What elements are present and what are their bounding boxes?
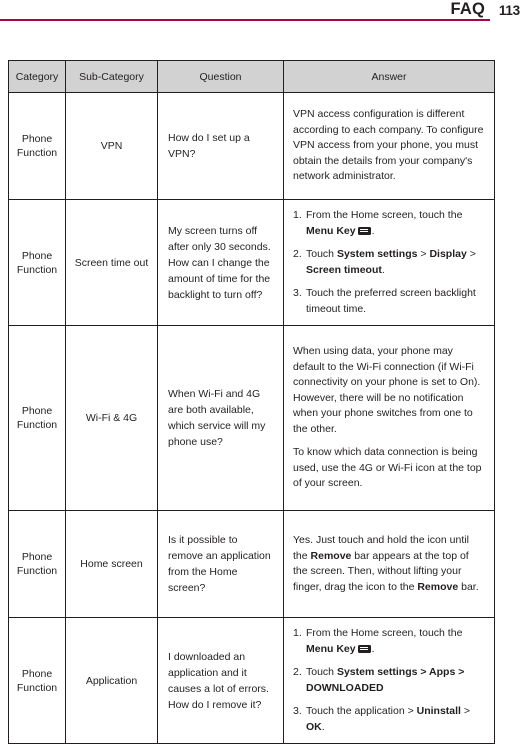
- step-text: Touch System settings > Apps > DOWNLOADE…: [306, 666, 465, 694]
- step-text: From the Home screen, touch the Menu Key…: [306, 209, 463, 237]
- table-row: Phone Function Screen time out My screen…: [8, 199, 495, 326]
- answer-paragraph: To know which data connection is being u…: [293, 446, 482, 490]
- cell-answer: Yes. Just touch and hold the icon until …: [283, 510, 495, 618]
- step-number: 1.: [293, 209, 302, 221]
- answer-step: 1. From the Home screen, touch the Menu …: [293, 626, 485, 657]
- cell-category: Phone Function: [8, 325, 66, 511]
- step-number: 2.: [293, 666, 302, 678]
- table-body: Phone Function VPN How do I set up a VPN…: [8, 92, 495, 744]
- header-rule: [0, 19, 490, 21]
- cell-sub-category: Application: [65, 617, 158, 744]
- cell-answer: VPN access configuration is different ac…: [283, 92, 495, 200]
- step-number: 1.: [293, 627, 302, 639]
- faq-page: FAQ 113 Category Sub-Category Question A…: [0, 0, 523, 744]
- answer-step-list: 1. From the Home screen, touch the Menu …: [293, 208, 485, 317]
- column-header-category: Category: [8, 60, 66, 93]
- page-title: FAQ: [450, 0, 485, 18]
- answer-paragraph: When using data, your phone may default …: [293, 345, 481, 435]
- cell-category: Phone Function: [8, 510, 66, 618]
- cell-category: Phone Function: [8, 617, 66, 744]
- cell-answer: When using data, your phone may default …: [283, 325, 495, 511]
- step-text: Touch the application > Uninstall > OK.: [306, 705, 471, 733]
- cell-question: My screen turns off after only 30 second…: [157, 199, 284, 326]
- step-number: 3.: [293, 287, 302, 299]
- answer-step: 3. Touch the preferred screen backlight …: [293, 286, 485, 317]
- table-header-row: Category Sub-Category Question Answer: [8, 60, 495, 93]
- answer-step: 2. Touch System settings > Apps > DOWNLO…: [293, 665, 485, 696]
- answer-step: 3. Touch the application > Uninstall > O…: [293, 704, 485, 735]
- column-header-question: Question: [157, 60, 284, 93]
- answer-paragraph: Yes. Just touch and hold the icon until …: [293, 534, 479, 593]
- cell-question: I downloaded an application and it cause…: [157, 617, 284, 744]
- step-text: From the Home screen, touch the Menu Key…: [306, 627, 463, 655]
- cell-answer: 1. From the Home screen, touch the Menu …: [283, 199, 495, 326]
- page-header: FAQ 113: [0, 0, 523, 26]
- step-number: 3.: [293, 705, 302, 717]
- step-number: 2.: [293, 248, 302, 260]
- table-row: Phone Function Application I downloaded …: [8, 617, 495, 744]
- cell-question: How do I set up a VPN?: [157, 92, 284, 200]
- column-header-answer: Answer: [283, 60, 495, 93]
- answer-paragraph: VPN access configuration is different ac…: [293, 108, 484, 183]
- faq-table: Category Sub-Category Question Answer Ph…: [8, 60, 495, 744]
- menu-key-icon: [357, 226, 371, 235]
- table-row: Phone Function VPN How do I set up a VPN…: [8, 92, 495, 200]
- cell-category: Phone Function: [8, 92, 66, 200]
- cell-sub-category: Screen time out: [65, 199, 158, 326]
- page-number: 113: [498, 3, 520, 18]
- answer-step: 2. Touch System settings > Display > Scr…: [293, 247, 485, 278]
- table-row: Phone Function Home screen Is it possibl…: [8, 510, 495, 618]
- cell-category: Phone Function: [8, 199, 66, 326]
- step-text: Touch the preferred screen backlight tim…: [306, 287, 476, 315]
- cell-question: Is it possible to remove an application …: [157, 510, 284, 618]
- cell-question: When Wi-Fi and 4G are both available, wh…: [157, 325, 284, 511]
- table-header: Category Sub-Category Question Answer: [8, 60, 495, 93]
- answer-step: 1. From the Home screen, touch the Menu …: [293, 208, 485, 239]
- column-header-sub-category: Sub-Category: [65, 60, 158, 93]
- table-row: Phone Function Wi-Fi & 4G When Wi-Fi and…: [8, 325, 495, 511]
- cell-sub-category: Wi-Fi & 4G: [65, 325, 158, 511]
- step-text: Touch System settings > Display > Screen…: [306, 248, 476, 276]
- answer-step-list: 1. From the Home screen, touch the Menu …: [293, 626, 485, 735]
- cell-sub-category: Home screen: [65, 510, 158, 618]
- cell-sub-category: VPN: [65, 92, 158, 200]
- cell-answer: 1. From the Home screen, touch the Menu …: [283, 617, 495, 744]
- menu-key-icon: [357, 644, 371, 653]
